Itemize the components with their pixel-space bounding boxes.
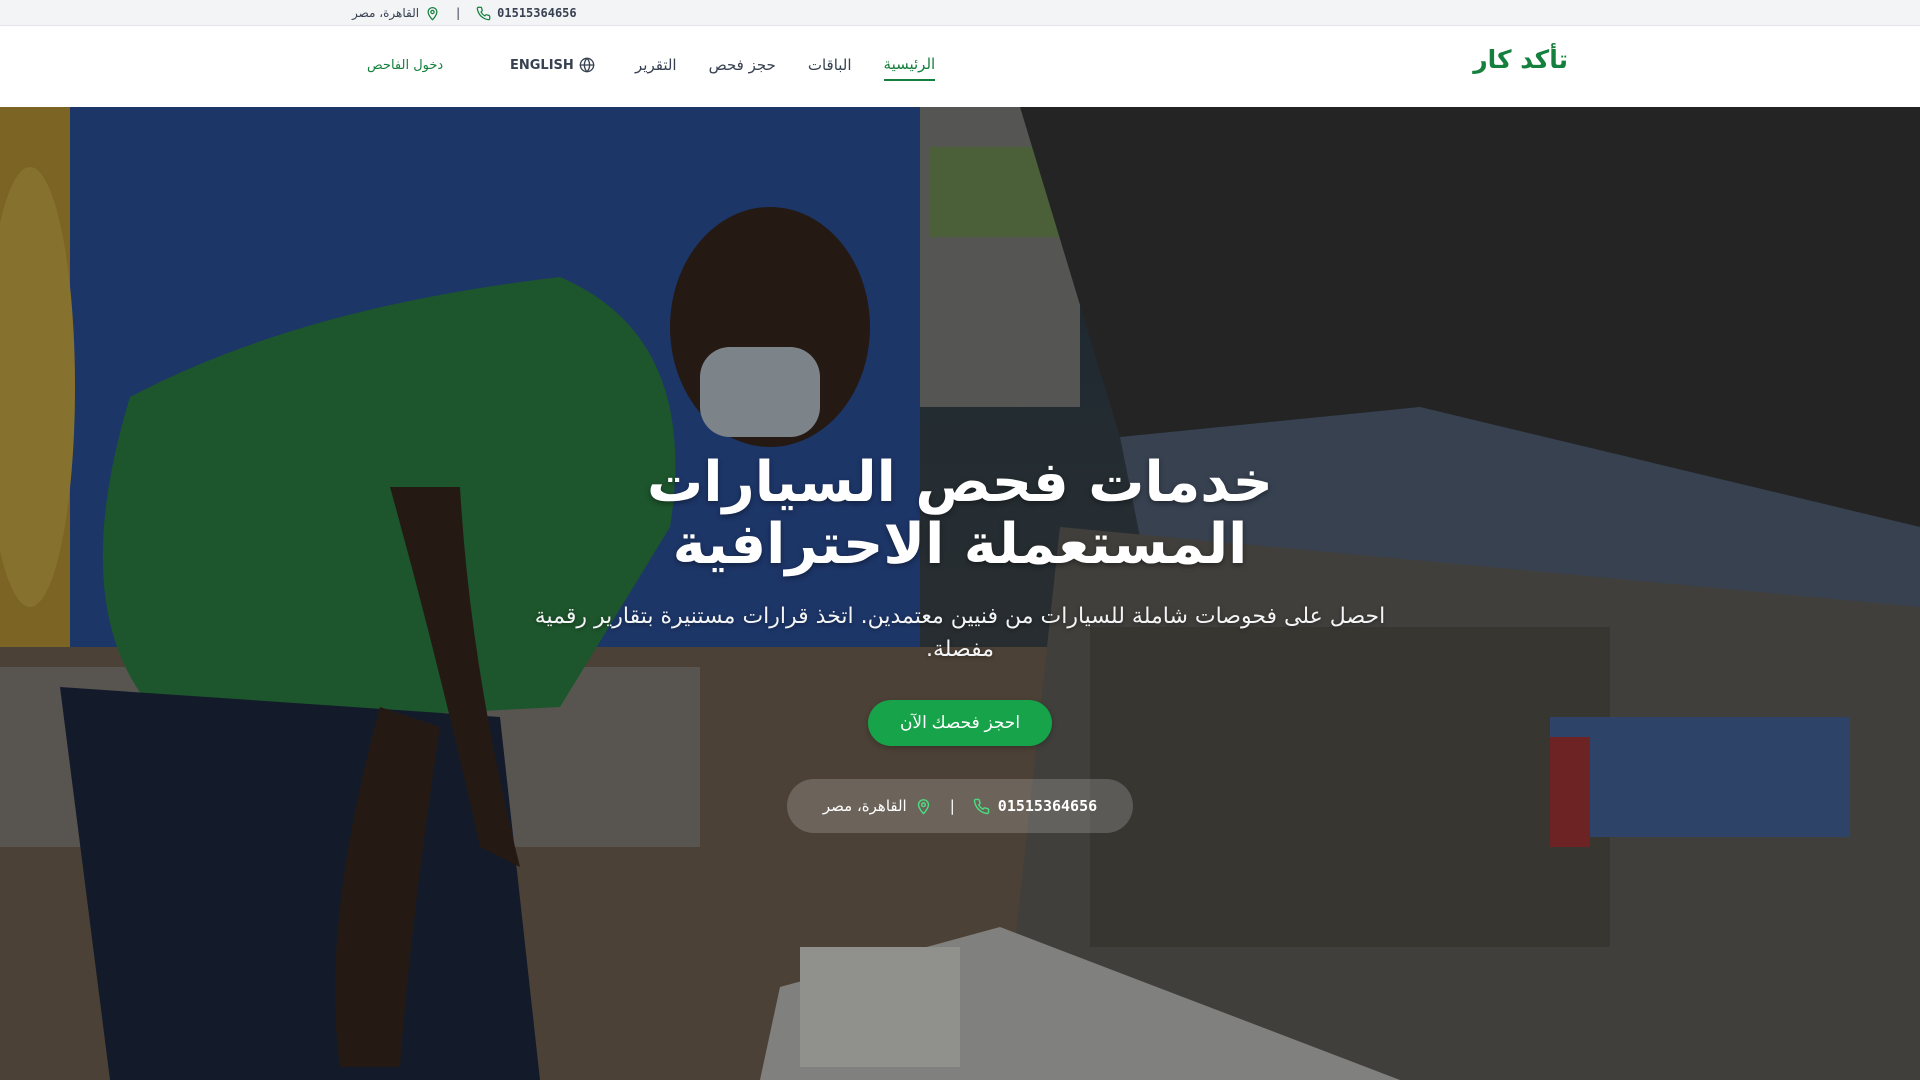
topbar-location: القاهرة، مصر bbox=[352, 6, 440, 21]
hero-subtitle: احصل على فحوصات شاملة للسيارات من فنيين … bbox=[534, 604, 1386, 662]
hero-location: القاهرة، مصر bbox=[823, 797, 932, 815]
brand-logo[interactable]: تأكد كار bbox=[1473, 45, 1568, 74]
nav-link-report[interactable]: التقرير bbox=[635, 56, 677, 80]
phone-icon bbox=[973, 798, 990, 815]
hero-content: خدمات فحص السيارات المستعملة الاحترافية … bbox=[520, 452, 1400, 746]
hero-section: خدمات فحص السيارات المستعملة الاحترافية … bbox=[0, 107, 1920, 1080]
inspector-login-link[interactable]: دخول الفاحص bbox=[367, 58, 443, 73]
phone-icon bbox=[476, 6, 491, 21]
hero-contact-pill: القاهرة، مصر | 01515364656 bbox=[787, 779, 1133, 833]
map-pin-icon bbox=[915, 798, 932, 815]
top-contact-bar: القاهرة، مصر | 01515364656 bbox=[0, 0, 1920, 26]
hero-contact-separator: | bbox=[949, 797, 955, 815]
nav-link-packages[interactable]: الباقات bbox=[808, 56, 852, 80]
nav-link-book-inspection[interactable]: حجز فحص bbox=[709, 56, 776, 80]
hero-phone-text: 01515364656 bbox=[997, 797, 1098, 815]
map-pin-icon bbox=[425, 6, 440, 21]
topbar-location-text: القاهرة، مصر bbox=[352, 6, 420, 20]
nav-links: الرئيسية الباقات حجز فحص التقرير bbox=[635, 55, 936, 81]
topbar-phone-text: 01515364656 bbox=[497, 6, 577, 20]
nav-link-home[interactable]: الرئيسية bbox=[883, 55, 936, 81]
language-label: ENGLISH bbox=[510, 57, 574, 73]
globe-icon bbox=[579, 57, 595, 73]
hero-location-text: القاهرة، مصر bbox=[822, 797, 907, 815]
top-contact-info: القاهرة، مصر | 01515364656 bbox=[352, 0, 577, 26]
hero-phone[interactable]: 01515364656 bbox=[973, 797, 1097, 815]
language-toggle-button[interactable]: ENGLISH bbox=[510, 57, 595, 73]
main-navbar: تأكد كار الرئيسية الباقات حجز فحص التقري… bbox=[0, 27, 1920, 107]
topbar-phone[interactable]: 01515364656 bbox=[476, 6, 577, 21]
book-inspection-button[interactable]: احجز فحصك الآن bbox=[867, 700, 1053, 746]
topbar-separator: | bbox=[456, 6, 461, 20]
hero-title: خدمات فحص السيارات المستعملة الاحترافية bbox=[647, 450, 1273, 577]
